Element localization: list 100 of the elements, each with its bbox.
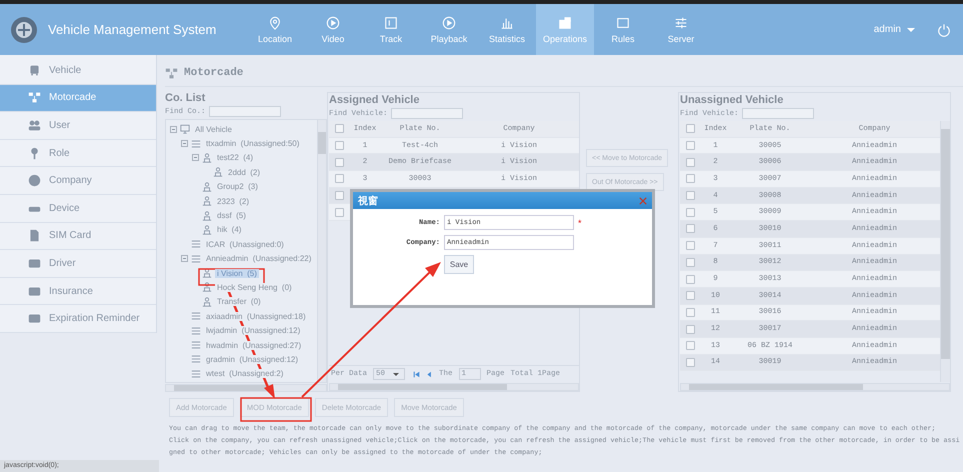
sidebar-item[interactable]: Motorcade bbox=[0, 84, 156, 112]
motorcade-icon bbox=[28, 91, 41, 104]
scrollbar[interactable] bbox=[680, 383, 950, 391]
tree-node[interactable]: Group2 (3) bbox=[215, 182, 260, 192]
highlight-frame bbox=[240, 397, 312, 422]
sidebar-item[interactable]: Expiration Reminder bbox=[0, 305, 156, 333]
sidebar-item[interactable]: SIM Card bbox=[0, 222, 156, 250]
tree-node[interactable]: All Vehicle bbox=[193, 124, 234, 134]
list-icon bbox=[191, 368, 201, 379]
sidebar-item[interactable]: Company bbox=[0, 167, 156, 195]
checkbox[interactable] bbox=[686, 341, 694, 350]
sidebar-item[interactable]: Insurance bbox=[0, 278, 156, 306]
search-field[interactable] bbox=[390, 108, 463, 119]
app-title: Vehicle Management System bbox=[48, 22, 216, 37]
highlight-frame bbox=[198, 268, 265, 286]
checkbox[interactable] bbox=[686, 174, 694, 184]
sidebar-item[interactable]: Role bbox=[0, 140, 156, 168]
rectangle-icon bbox=[616, 16, 630, 30]
scrollbar[interactable] bbox=[317, 120, 326, 382]
tree-node[interactable]: hik (4) bbox=[215, 225, 244, 234]
logo-icon bbox=[10, 16, 38, 44]
nav-tab[interactable]: Track bbox=[362, 4, 420, 55]
dialog-title: 視窗 bbox=[358, 194, 378, 208]
nav-tab[interactable]: Server bbox=[652, 4, 710, 55]
tree-node[interactable]: ICAR (Unassigned:0) bbox=[204, 240, 286, 249]
bar-chart-icon bbox=[500, 16, 514, 30]
checkbox[interactable] bbox=[686, 324, 694, 334]
collapse-toggle[interactable] bbox=[170, 126, 177, 133]
tree-node[interactable]: gradmin (Unassigned:12) bbox=[204, 354, 300, 364]
checkbox[interactable] bbox=[686, 358, 694, 367]
operations-icon bbox=[558, 16, 572, 30]
checkbox[interactable] bbox=[334, 174, 344, 184]
required-mark: * bbox=[578, 218, 582, 228]
checkbox[interactable] bbox=[686, 158, 694, 167]
sidebar-item[interactable]: Driver bbox=[0, 250, 156, 278]
sim-card-icon bbox=[28, 229, 41, 242]
checkbox[interactable] bbox=[686, 241, 694, 250]
checkbox[interactable] bbox=[686, 191, 694, 200]
card-icon bbox=[28, 312, 41, 326]
nav-tab[interactable]: Statistics bbox=[478, 4, 536, 55]
user-menu[interactable]: admin bbox=[874, 24, 901, 35]
search-field[interactable] bbox=[208, 106, 281, 117]
tree-node[interactable]: test22 (4) bbox=[215, 153, 256, 162]
checkbox[interactable] bbox=[686, 274, 694, 284]
collapse-toggle[interactable] bbox=[181, 140, 188, 148]
nav-tab[interactable]: Location bbox=[246, 4, 304, 55]
list-icon bbox=[191, 239, 201, 250]
tree-node[interactable]: hwadmin (Unassigned:27) bbox=[204, 340, 304, 350]
checkbox[interactable] bbox=[686, 208, 694, 217]
collapse-toggle[interactable] bbox=[181, 255, 188, 262]
tree-node[interactable]: 2ddd (2) bbox=[226, 168, 262, 177]
bus-icon bbox=[28, 64, 41, 77]
tree-node[interactable]: Hock Seng Heng (0) bbox=[215, 282, 294, 292]
motorcade-icon bbox=[165, 66, 178, 80]
power-icon[interactable] bbox=[937, 22, 951, 36]
people-icon bbox=[202, 224, 212, 235]
people-icon bbox=[202, 196, 212, 206]
sliders-icon bbox=[674, 16, 688, 30]
collapse-toggle[interactable] bbox=[192, 154, 199, 162]
sidebar-item[interactable]: User bbox=[0, 112, 156, 140]
tree-node[interactable]: wtest (Unassigned:2) bbox=[204, 369, 286, 378]
people-icon bbox=[202, 210, 212, 221]
checkbox[interactable] bbox=[334, 208, 344, 217]
tree-node[interactable]: Transfer (0) bbox=[215, 297, 263, 306]
checkbox[interactable] bbox=[686, 224, 694, 234]
people-icon bbox=[202, 182, 212, 192]
tree-node[interactable]: axiaadmin (Unassigned:18) bbox=[204, 312, 308, 321]
checkbox[interactable] bbox=[686, 291, 694, 300]
save-button[interactable]: Save bbox=[444, 255, 474, 274]
tree-node[interactable]: 2323 (2) bbox=[215, 196, 252, 206]
search-field[interactable] bbox=[742, 108, 814, 119]
checkbox[interactable] bbox=[686, 308, 694, 317]
nav-tab[interactable]: Rules bbox=[594, 4, 652, 55]
list-icon bbox=[191, 340, 201, 350]
card-icon bbox=[28, 256, 41, 270]
nav-tab[interactable]: Playback bbox=[420, 4, 478, 55]
play-circle-icon bbox=[326, 16, 340, 30]
checkbox[interactable] bbox=[686, 141, 694, 150]
sidebar-item[interactable]: Device bbox=[0, 194, 156, 223]
tree-node[interactable]: dssf (5) bbox=[215, 211, 248, 220]
location-pin-icon bbox=[268, 16, 282, 30]
scrollbar[interactable] bbox=[329, 383, 579, 391]
checkbox[interactable] bbox=[334, 191, 344, 200]
panel-title: Unassigned Vehicle bbox=[680, 94, 784, 107]
nav-tab[interactable]: Operations bbox=[536, 4, 594, 55]
first-page-icon[interactable] bbox=[413, 370, 420, 378]
checkbox[interactable] bbox=[334, 124, 344, 134]
tree-node[interactable]: ttxadmin (Unassigned:50) bbox=[204, 139, 302, 148]
scrollbar[interactable] bbox=[940, 121, 950, 382]
checkbox[interactable] bbox=[686, 258, 694, 267]
checkbox[interactable] bbox=[686, 124, 694, 134]
page-title: Motorcade bbox=[184, 67, 244, 79]
tree-node[interactable]: Annieadmin (Unassigned:22) bbox=[204, 254, 314, 264]
tree-node[interactable]: lwjadmin (Unassigned:12) bbox=[204, 326, 302, 336]
previous-page-icon[interactable] bbox=[426, 370, 434, 378]
scrollbar[interactable] bbox=[165, 384, 327, 392]
checkbox[interactable] bbox=[334, 141, 344, 150]
nav-tab[interactable]: Video bbox=[304, 4, 362, 55]
close-icon[interactable] bbox=[639, 196, 647, 204]
checkbox[interactable] bbox=[334, 158, 344, 167]
